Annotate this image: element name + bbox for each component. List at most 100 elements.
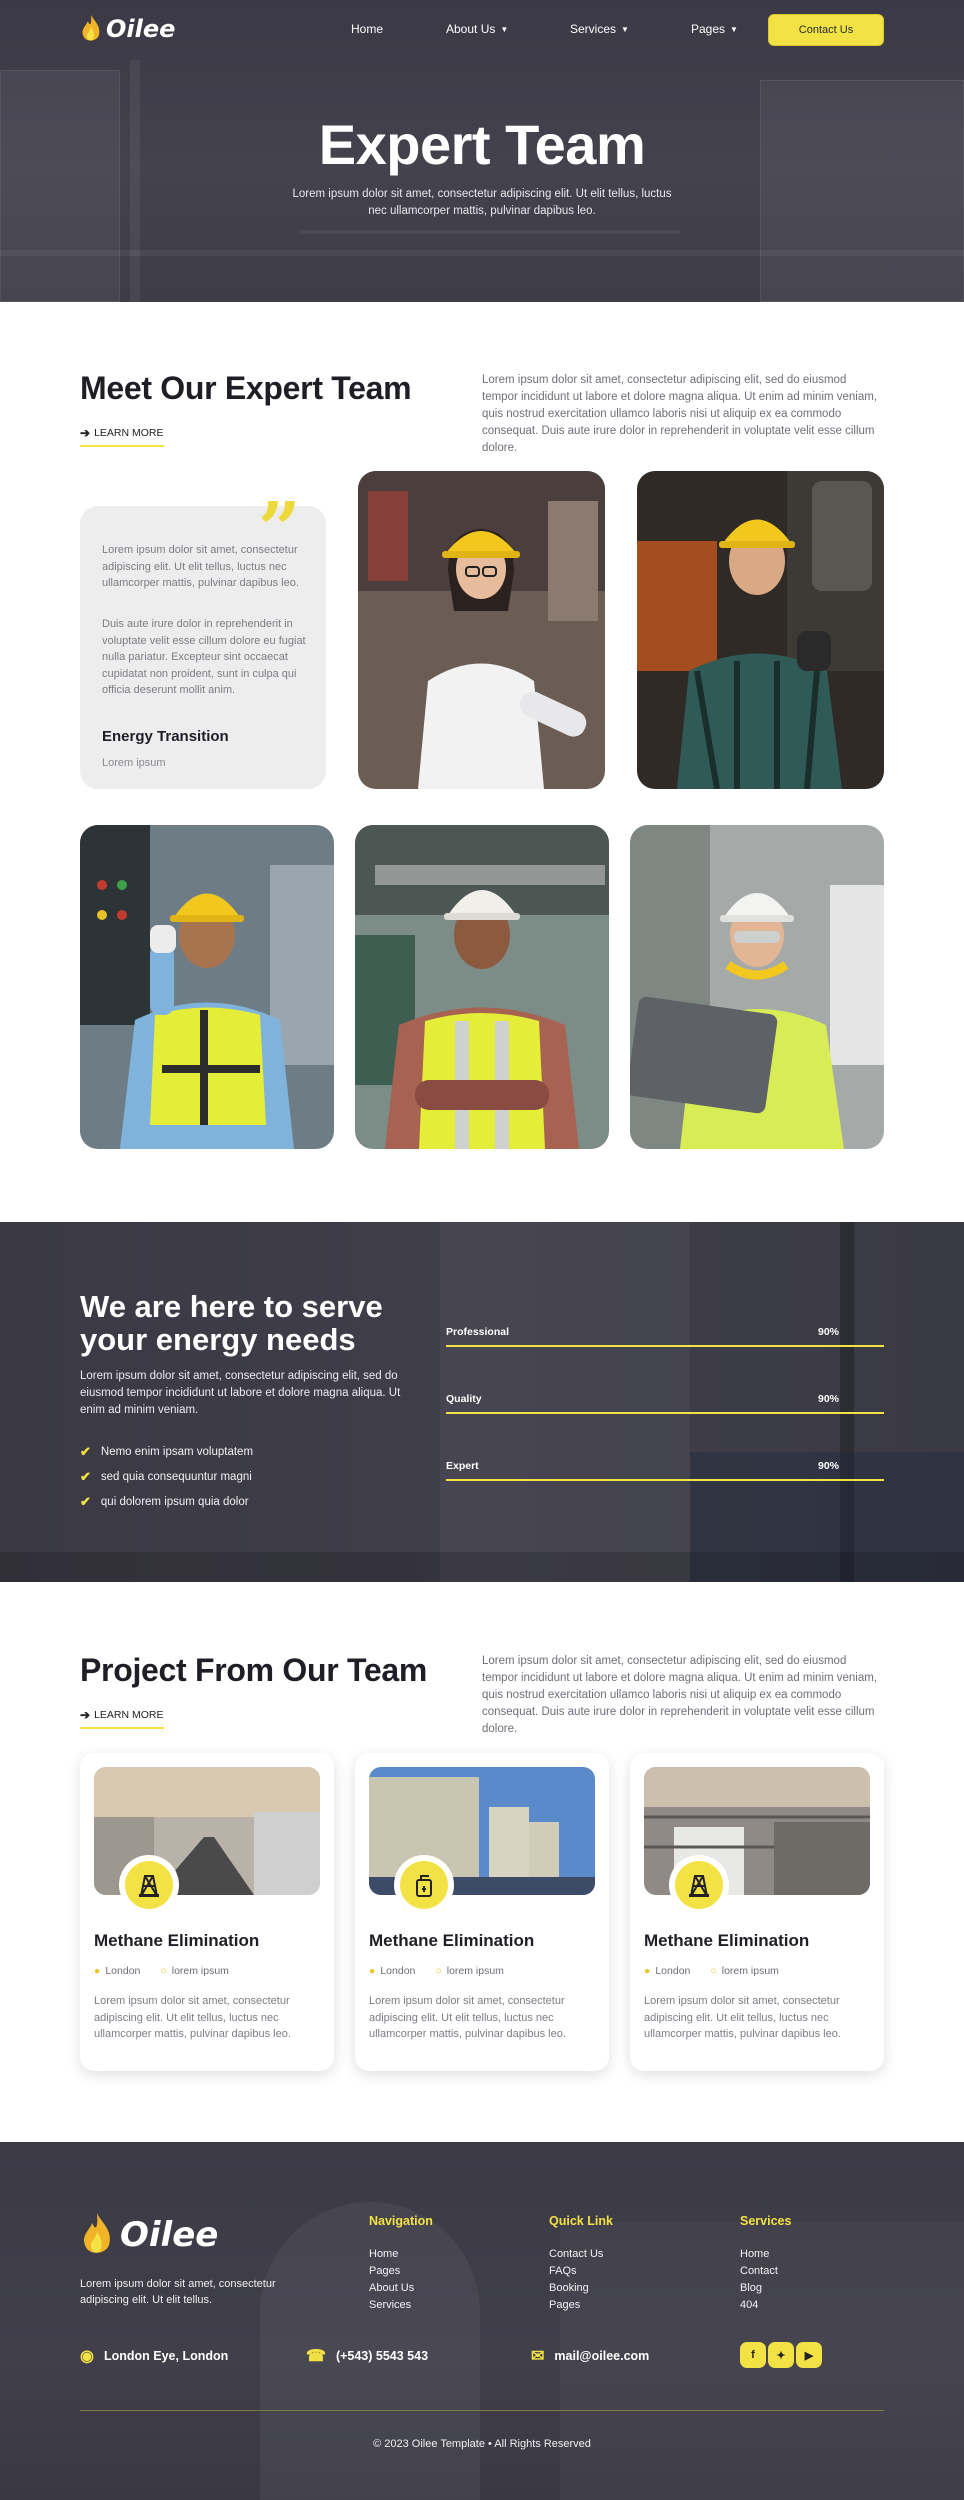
facebook-icon[interactable]: f bbox=[740, 2342, 766, 2368]
copyright-text: © 2023 Oilee Template • All Rights Reser… bbox=[373, 2438, 591, 2450]
skill-label: Professional bbox=[446, 1326, 510, 1338]
nav-pages-label: Pages bbox=[691, 22, 726, 36]
flame-icon bbox=[84, 2213, 110, 2253]
team-member-photo[interactable] bbox=[637, 471, 884, 789]
footer-link[interactable]: Services bbox=[369, 2297, 414, 2314]
site-logo[interactable]: Oilee bbox=[80, 14, 175, 44]
footer-divider bbox=[80, 2410, 884, 2411]
nav-home[interactable]: Home bbox=[351, 22, 383, 36]
nav-services-label: Services bbox=[570, 22, 617, 36]
skill-value: 90% bbox=[818, 1393, 840, 1405]
twitter-icon[interactable]: ✦ bbox=[768, 2342, 794, 2368]
footer-logo[interactable]: Oilee bbox=[80, 2212, 218, 2258]
nav-services[interactable]: Services ▼ bbox=[570, 22, 629, 36]
chevron-down-icon: ▼ bbox=[621, 24, 629, 34]
team-member-image bbox=[358, 471, 605, 789]
phone-text: (+543) 5543 543 bbox=[335, 2349, 429, 2363]
skill-label: Quality bbox=[446, 1393, 482, 1405]
footer-email[interactable]: ✉ mail@oilee.com bbox=[531, 2346, 649, 2366]
skill-value: 90% bbox=[818, 1460, 840, 1472]
footer-phone[interactable]: ☎ (+543) 5543 543 bbox=[306, 2346, 428, 2366]
arrow-right-icon: ➔ bbox=[80, 426, 91, 440]
projects-section-paragraph: Lorem ipsum dolor sit amet, consectetur … bbox=[482, 1655, 878, 1735]
footer-link[interactable]: Pages bbox=[549, 2297, 603, 2314]
team-member-photo[interactable] bbox=[355, 825, 609, 1149]
skill-value: 90% bbox=[818, 1326, 840, 1338]
nav-about-us[interactable]: About Us ▼ bbox=[446, 22, 508, 36]
project-meta: ● London ○ lorem ipsum bbox=[644, 1965, 779, 1977]
testimonial-name: Energy Transition bbox=[102, 728, 229, 745]
fuel-can-icon bbox=[416, 1875, 432, 1897]
project-badge bbox=[669, 1855, 729, 1915]
team-member-photo[interactable] bbox=[358, 471, 605, 789]
project-title: Methane Elimination bbox=[644, 1931, 810, 1950]
project-meta: ● London ○ lorem ipsum bbox=[369, 1965, 504, 1977]
mail-icon: ✉ bbox=[531, 2348, 545, 2365]
project-description: Lorem ipsum dolor sit amet, consectetur … bbox=[94, 1995, 291, 2040]
check-icon: ✔ bbox=[80, 1469, 91, 1484]
footer-link[interactable]: Contact Us bbox=[549, 2246, 603, 2263]
testimonial-text-2: Duis aute irure dolor in reprehenderit i… bbox=[102, 618, 306, 696]
project-description: Lorem ipsum dolor sit amet, consectetur … bbox=[369, 1995, 566, 2040]
hero-subtitle: Lorem ipsum dolor sit amet, consectetur … bbox=[292, 188, 672, 217]
team-member-image bbox=[80, 825, 334, 1149]
lightbulb-icon: ○ bbox=[160, 1965, 167, 1977]
tag-text: lorem ipsum bbox=[721, 1965, 779, 1977]
team-member-photo[interactable] bbox=[80, 825, 334, 1149]
phone-icon: ☎ bbox=[306, 2348, 326, 2365]
footer-service-links: Home Contact Blog 404 bbox=[740, 2246, 778, 2314]
project-title: Methane Elimination bbox=[94, 1931, 260, 1950]
footer-link[interactable]: Home bbox=[740, 2246, 778, 2263]
check-icon: ✔ bbox=[80, 1444, 91, 1459]
footer-link[interactable]: Blog bbox=[740, 2280, 778, 2297]
contact-us-button[interactable]: Contact Us bbox=[768, 14, 884, 46]
skill-label: Expert bbox=[446, 1460, 479, 1472]
nav-pages[interactable]: Pages ▼ bbox=[691, 22, 738, 36]
team-member-photo[interactable] bbox=[630, 825, 884, 1149]
checklist-text: qui dolorem ipsum quia dolor bbox=[100, 1496, 249, 1508]
top-navigation: Oilee Home About Us ▼ Services ▼ Pages ▼… bbox=[0, 0, 964, 60]
projects-section-title: Project From Our Team bbox=[80, 1652, 427, 1688]
project-tag: ○ lorem ipsum bbox=[435, 1965, 504, 1977]
project-card[interactable]: Methane Elimination ● London ○ lorem ipsum… bbox=[355, 1753, 609, 2071]
chevron-down-icon: ▼ bbox=[730, 24, 738, 34]
checklist-item: ✔ sed quia consequuntur magni bbox=[80, 1469, 252, 1485]
project-card[interactable]: Methane Elimination ● London ○ lorem ipsum… bbox=[80, 1753, 334, 2071]
location-pin-icon: ● bbox=[369, 1965, 376, 1977]
location-text: London bbox=[655, 1965, 691, 1977]
location-pin-icon: ◉ bbox=[80, 2348, 94, 2365]
footer-link[interactable]: Home bbox=[369, 2246, 414, 2263]
project-description: Lorem ipsum dolor sit amet, consectetur … bbox=[644, 1995, 841, 2040]
checklist-item: ✔ Nemo enim ipsam voluptatem bbox=[80, 1444, 253, 1460]
project-tag: ○ lorem ipsum bbox=[710, 1965, 779, 1977]
project-location: ● London bbox=[94, 1965, 140, 1977]
youtube-icon[interactable]: ▶ bbox=[796, 2342, 822, 2368]
team-section-title: Meet Our Expert Team bbox=[80, 370, 412, 406]
projects-learn-more-link[interactable]: ➔ LEARN MORE bbox=[80, 1708, 164, 1729]
hero-section: Oilee Home About Us ▼ Services ▼ Pages ▼… bbox=[0, 0, 964, 302]
footer-link[interactable]: FAQs bbox=[549, 2263, 603, 2280]
nav-home-label: Home bbox=[351, 22, 384, 36]
footer-link[interactable]: Contact bbox=[740, 2263, 778, 2280]
team-learn-more-link[interactable]: ➔ LEARN MORE bbox=[80, 426, 164, 447]
checklist-item: ✔ qui dolorem ipsum quia dolor bbox=[80, 1494, 249, 1510]
tag-text: lorem ipsum bbox=[171, 1965, 229, 1977]
footer-services-heading: Services bbox=[740, 2214, 792, 2228]
serve-section: We are here to serve your energy needs L… bbox=[0, 1222, 964, 1582]
project-card[interactable]: Methane Elimination ● London ○ lorem ipsum… bbox=[630, 1753, 884, 2071]
footer-link[interactable]: About Us bbox=[369, 2280, 414, 2297]
footer-link[interactable]: Pages bbox=[369, 2263, 414, 2280]
team-member-image bbox=[630, 825, 884, 1149]
nav-about-label: About Us bbox=[446, 22, 496, 36]
footer-address: ◉ London Eye, London bbox=[80, 2346, 228, 2366]
location-pin-icon: ● bbox=[644, 1965, 651, 1977]
serve-title: We are here to serve your energy needs bbox=[80, 1289, 383, 1357]
footer-quick-links: Contact Us FAQs Booking Pages bbox=[549, 2246, 603, 2314]
footer-link[interactable]: Booking bbox=[549, 2280, 603, 2297]
footer-about: Lorem ipsum dolor sit amet, consectetur … bbox=[80, 2278, 276, 2306]
page-title: Expert Team bbox=[318, 113, 646, 176]
project-badge bbox=[119, 1855, 179, 1915]
footer-link[interactable]: 404 bbox=[740, 2297, 778, 2314]
location-text: London bbox=[105, 1965, 141, 1977]
learn-more-label: LEARN MORE bbox=[94, 1709, 164, 1721]
